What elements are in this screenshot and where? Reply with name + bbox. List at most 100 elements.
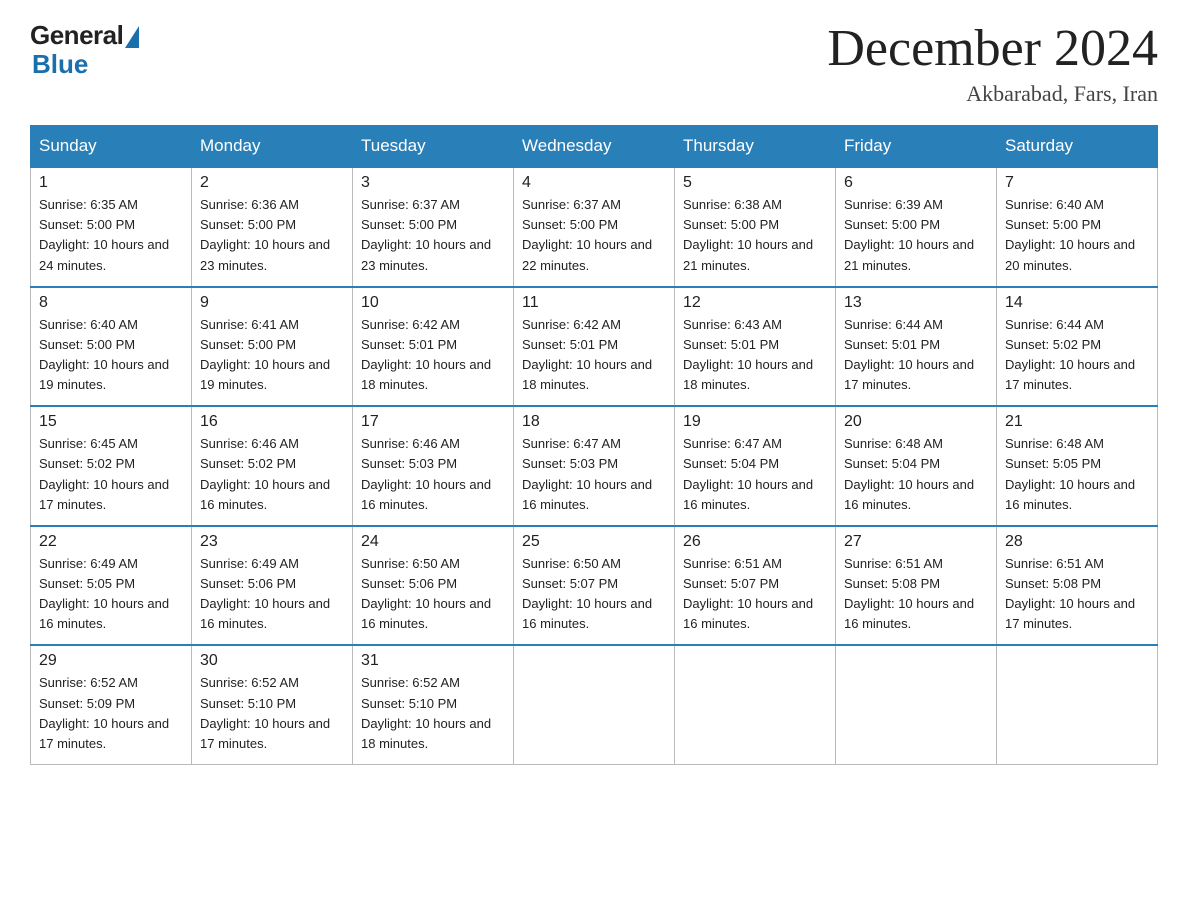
calendar-cell: 29 Sunrise: 6:52 AMSunset: 5:09 PMDaylig… <box>31 645 192 764</box>
day-number: 12 <box>683 294 827 312</box>
day-info: Sunrise: 6:42 AMSunset: 5:01 PMDaylight:… <box>361 315 505 396</box>
weekday-header-saturday: Saturday <box>997 126 1158 168</box>
day-number: 26 <box>683 533 827 551</box>
day-number: 17 <box>361 413 505 431</box>
calendar-cell: 12 Sunrise: 6:43 AMSunset: 5:01 PMDaylig… <box>675 287 836 407</box>
calendar-cell: 3 Sunrise: 6:37 AMSunset: 5:00 PMDayligh… <box>353 167 514 287</box>
calendar-cell: 28 Sunrise: 6:51 AMSunset: 5:08 PMDaylig… <box>997 526 1158 646</box>
calendar-cell: 6 Sunrise: 6:39 AMSunset: 5:00 PMDayligh… <box>836 167 997 287</box>
calendar-cell: 8 Sunrise: 6:40 AMSunset: 5:00 PMDayligh… <box>31 287 192 407</box>
calendar-cell: 17 Sunrise: 6:46 AMSunset: 5:03 PMDaylig… <box>353 406 514 526</box>
day-number: 24 <box>361 533 505 551</box>
calendar-cell: 23 Sunrise: 6:49 AMSunset: 5:06 PMDaylig… <box>192 526 353 646</box>
weekday-header-wednesday: Wednesday <box>514 126 675 168</box>
calendar-cell <box>514 645 675 764</box>
calendar-cell <box>997 645 1158 764</box>
day-info: Sunrise: 6:46 AMSunset: 5:02 PMDaylight:… <box>200 434 344 515</box>
day-info: Sunrise: 6:37 AMSunset: 5:00 PMDaylight:… <box>522 195 666 276</box>
day-number: 13 <box>844 294 988 312</box>
day-number: 3 <box>361 174 505 192</box>
day-number: 22 <box>39 533 183 551</box>
day-info: Sunrise: 6:43 AMSunset: 5:01 PMDaylight:… <box>683 315 827 396</box>
weekday-header-monday: Monday <box>192 126 353 168</box>
calendar-table: SundayMondayTuesdayWednesdayThursdayFrid… <box>30 125 1158 765</box>
calendar-cell <box>836 645 997 764</box>
calendar-cell: 16 Sunrise: 6:46 AMSunset: 5:02 PMDaylig… <box>192 406 353 526</box>
day-number: 31 <box>361 652 505 670</box>
day-info: Sunrise: 6:39 AMSunset: 5:00 PMDaylight:… <box>844 195 988 276</box>
day-number: 10 <box>361 294 505 312</box>
day-info: Sunrise: 6:45 AMSunset: 5:02 PMDaylight:… <box>39 434 183 515</box>
day-info: Sunrise: 6:40 AMSunset: 5:00 PMDaylight:… <box>1005 195 1149 276</box>
day-info: Sunrise: 6:37 AMSunset: 5:00 PMDaylight:… <box>361 195 505 276</box>
calendar-cell: 24 Sunrise: 6:50 AMSunset: 5:06 PMDaylig… <box>353 526 514 646</box>
calendar-cell: 14 Sunrise: 6:44 AMSunset: 5:02 PMDaylig… <box>997 287 1158 407</box>
calendar-cell: 10 Sunrise: 6:42 AMSunset: 5:01 PMDaylig… <box>353 287 514 407</box>
day-info: Sunrise: 6:44 AMSunset: 5:02 PMDaylight:… <box>1005 315 1149 396</box>
calendar-cell: 11 Sunrise: 6:42 AMSunset: 5:01 PMDaylig… <box>514 287 675 407</box>
day-number: 18 <box>522 413 666 431</box>
calendar-cell: 20 Sunrise: 6:48 AMSunset: 5:04 PMDaylig… <box>836 406 997 526</box>
calendar-week-row: 15 Sunrise: 6:45 AMSunset: 5:02 PMDaylig… <box>31 406 1158 526</box>
month-title: December 2024 <box>827 20 1158 77</box>
day-info: Sunrise: 6:51 AMSunset: 5:08 PMDaylight:… <box>1005 554 1149 635</box>
day-info: Sunrise: 6:52 AMSunset: 5:10 PMDaylight:… <box>361 673 505 754</box>
logo-triangle-icon <box>125 26 139 48</box>
calendar-cell: 7 Sunrise: 6:40 AMSunset: 5:00 PMDayligh… <box>997 167 1158 287</box>
location-text: Akbarabad, Fars, Iran <box>827 81 1158 107</box>
day-number: 11 <box>522 294 666 312</box>
weekday-header-friday: Friday <box>836 126 997 168</box>
day-info: Sunrise: 6:49 AMSunset: 5:05 PMDaylight:… <box>39 554 183 635</box>
day-number: 27 <box>844 533 988 551</box>
day-number: 15 <box>39 413 183 431</box>
day-info: Sunrise: 6:41 AMSunset: 5:00 PMDaylight:… <box>200 315 344 396</box>
day-number: 29 <box>39 652 183 670</box>
logo: General Blue <box>30 20 139 80</box>
calendar-cell: 31 Sunrise: 6:52 AMSunset: 5:10 PMDaylig… <box>353 645 514 764</box>
calendar-cell: 30 Sunrise: 6:52 AMSunset: 5:10 PMDaylig… <box>192 645 353 764</box>
day-number: 1 <box>39 174 183 192</box>
day-info: Sunrise: 6:50 AMSunset: 5:06 PMDaylight:… <box>361 554 505 635</box>
day-number: 16 <box>200 413 344 431</box>
calendar-week-row: 8 Sunrise: 6:40 AMSunset: 5:00 PMDayligh… <box>31 287 1158 407</box>
calendar-cell: 25 Sunrise: 6:50 AMSunset: 5:07 PMDaylig… <box>514 526 675 646</box>
calendar-cell: 4 Sunrise: 6:37 AMSunset: 5:00 PMDayligh… <box>514 167 675 287</box>
logo-blue-text: Blue <box>30 49 88 80</box>
day-number: 19 <box>683 413 827 431</box>
calendar-cell: 26 Sunrise: 6:51 AMSunset: 5:07 PMDaylig… <box>675 526 836 646</box>
calendar-cell: 13 Sunrise: 6:44 AMSunset: 5:01 PMDaylig… <box>836 287 997 407</box>
day-info: Sunrise: 6:51 AMSunset: 5:07 PMDaylight:… <box>683 554 827 635</box>
day-info: Sunrise: 6:35 AMSunset: 5:00 PMDaylight:… <box>39 195 183 276</box>
calendar-week-row: 22 Sunrise: 6:49 AMSunset: 5:05 PMDaylig… <box>31 526 1158 646</box>
day-number: 2 <box>200 174 344 192</box>
day-number: 8 <box>39 294 183 312</box>
logo-general-text: General <box>30 20 123 51</box>
day-number: 7 <box>1005 174 1149 192</box>
weekday-header-sunday: Sunday <box>31 126 192 168</box>
weekday-header-thursday: Thursday <box>675 126 836 168</box>
weekday-header-tuesday: Tuesday <box>353 126 514 168</box>
day-info: Sunrise: 6:48 AMSunset: 5:04 PMDaylight:… <box>844 434 988 515</box>
day-info: Sunrise: 6:46 AMSunset: 5:03 PMDaylight:… <box>361 434 505 515</box>
day-info: Sunrise: 6:52 AMSunset: 5:09 PMDaylight:… <box>39 673 183 754</box>
calendar-cell <box>675 645 836 764</box>
day-number: 20 <box>844 413 988 431</box>
calendar-cell: 21 Sunrise: 6:48 AMSunset: 5:05 PMDaylig… <box>997 406 1158 526</box>
calendar-week-row: 1 Sunrise: 6:35 AMSunset: 5:00 PMDayligh… <box>31 167 1158 287</box>
day-info: Sunrise: 6:48 AMSunset: 5:05 PMDaylight:… <box>1005 434 1149 515</box>
day-info: Sunrise: 6:38 AMSunset: 5:00 PMDaylight:… <box>683 195 827 276</box>
day-number: 23 <box>200 533 344 551</box>
title-block: December 2024 Akbarabad, Fars, Iran <box>827 20 1158 107</box>
day-info: Sunrise: 6:44 AMSunset: 5:01 PMDaylight:… <box>844 315 988 396</box>
day-number: 14 <box>1005 294 1149 312</box>
day-number: 9 <box>200 294 344 312</box>
day-number: 4 <box>522 174 666 192</box>
day-number: 25 <box>522 533 666 551</box>
calendar-cell: 19 Sunrise: 6:47 AMSunset: 5:04 PMDaylig… <box>675 406 836 526</box>
day-info: Sunrise: 6:50 AMSunset: 5:07 PMDaylight:… <box>522 554 666 635</box>
calendar-cell: 2 Sunrise: 6:36 AMSunset: 5:00 PMDayligh… <box>192 167 353 287</box>
calendar-cell: 22 Sunrise: 6:49 AMSunset: 5:05 PMDaylig… <box>31 526 192 646</box>
day-number: 6 <box>844 174 988 192</box>
weekday-header-row: SundayMondayTuesdayWednesdayThursdayFrid… <box>31 126 1158 168</box>
day-info: Sunrise: 6:52 AMSunset: 5:10 PMDaylight:… <box>200 673 344 754</box>
